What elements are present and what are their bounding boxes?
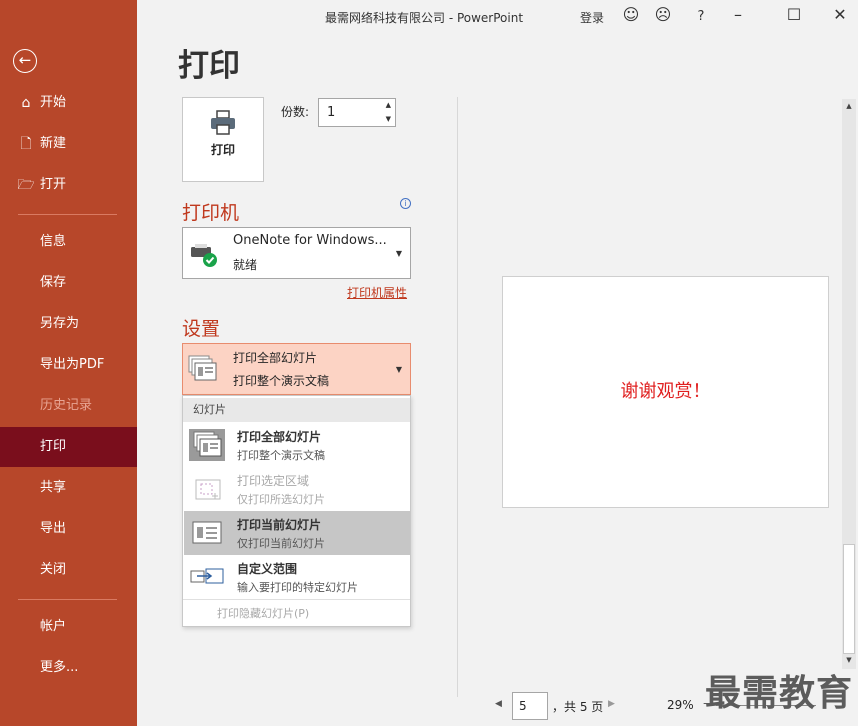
nav-account[interactable]: 帐户 [0,607,137,647]
nav-share[interactable]: 共享 [0,468,137,508]
back-arrow-icon[interactable]: ← [13,49,37,73]
zoom-level: 29% [667,698,694,712]
scroll-thumb[interactable] [843,544,855,654]
info-icon[interactable]: i [400,198,411,209]
page-title: 打印 [178,48,240,84]
menu-item-subtitle: 输入要打印的特定幻灯片 [237,581,358,594]
custom-range-icon [190,568,224,584]
copies-label: 份数: [281,105,310,119]
chevron-down-icon: ▼ [395,365,402,374]
selection-icon [195,479,221,500]
copies-stepper[interactable]: 1 ▲ ▼ [318,98,396,127]
maximize-icon[interactable]: ☐ [783,5,805,24]
page-number-input[interactable]: 5 [512,692,548,720]
scroll-up-icon[interactable]: ▲ [842,102,856,110]
new-doc-icon: 🗋 [20,136,32,152]
menu-item-subtitle: 仅打印所选幻灯片 [237,493,325,506]
frown-feedback-icon[interactable]: ☹ [652,5,674,24]
all-slides-icon [189,429,225,461]
nav-history: 历史记录 [40,398,93,413]
nav-open[interactable]: 🗁 打开 [0,165,137,205]
spin-up-icon[interactable]: ▲ [386,101,391,109]
backstage-sidebar: ← ⌂ 开始 🗋 新建 🗁 打开 信息 保存 另存为 导出为PDF 历史记录 打印 共… [0,0,137,726]
slide-preview: 谢谢观赏！ [502,276,829,508]
next-page-icon[interactable]: ▶ [608,699,615,709]
menu-item-title: 打印选定区域 [237,474,310,488]
dropdown-subtitle: 打印整个演示文稿 [233,374,330,388]
settings-section-title: 设置 [182,318,221,340]
printer-icon [211,110,235,135]
window-title: 最需网络科技有限公司 - PowerPoint [325,11,524,25]
smiley-feedback-icon[interactable]: ☺ [620,5,642,24]
menu-item-print-all[interactable]: 打印全部幻灯片 打印整个演示文稿 [184,423,410,467]
nav-save[interactable]: 保存 [0,263,137,303]
printer-status: 就绪 [233,258,258,272]
folder-open-icon: 🗁 [17,177,35,193]
nav-export[interactable]: 导出 [0,509,137,549]
spin-down-icon[interactable]: ▼ [386,115,391,123]
nav-home[interactable]: ⌂ 开始 [0,83,137,123]
menu-header: 幻灯片 [183,398,410,422]
nav-save-as[interactable]: 另存为 [0,304,137,344]
current-slide-icon [192,521,222,544]
home-icon: ⌂ [21,95,31,111]
print-button[interactable]: 打印 [182,97,264,182]
scroll-down-icon[interactable]: ▼ [842,656,856,664]
all-slides-icon [188,355,217,381]
menu-item-custom-range[interactable]: 自定义范围 输入要打印的特定幻灯片 [184,555,410,599]
menu-item-subtitle: 仅打印当前幻灯片 [237,537,325,550]
menu-item-title: 自定义范围 [237,562,298,576]
close-icon[interactable]: ✕ [829,5,851,24]
preview-scrollbar[interactable]: ▲ ▼ [842,99,856,669]
nav-export-pdf[interactable]: 导出为PDF [0,345,137,385]
menu-item-print-selection: 打印选定区域 仅打印所选幻灯片 [184,467,410,511]
printer-name: OneNote for Windows... [233,233,387,248]
printer-section-title: 打印机 [182,202,240,224]
help-icon[interactable]: ? [690,9,712,24]
slide-text: 谢谢观赏！ [620,381,711,402]
copies-value: 1 [327,105,336,120]
menu-item-print-hidden: 打印隐藏幻灯片(P) [217,607,310,620]
printer-ready-icon [191,244,217,267]
nav-print[interactable]: 打印 [0,427,137,467]
slides-range-dropdown[interactable]: 打印全部幻灯片 打印整个演示文稿 ▼ [182,343,411,395]
print-button-label: 打印 [210,143,235,157]
printer-properties-link[interactable]: 打印机属性 [347,284,407,301]
login-link[interactable]: 登录 [580,9,604,26]
menu-item-title: 打印全部幻灯片 [237,430,322,444]
nav-more[interactable]: 更多... [0,648,137,688]
panel-divider [457,97,458,697]
dropdown-title: 打印全部幻灯片 [233,351,318,365]
chevron-down-icon: ▼ [395,249,402,258]
menu-item-title: 打印当前幻灯片 [237,518,322,532]
menu-divider [183,599,410,600]
page-total: ，共 5 页 [552,700,604,714]
minimize-icon[interactable]: – [727,5,749,24]
nav-close[interactable]: 关闭 [0,550,137,590]
sidebar-divider [18,214,117,215]
watermark-logo: 最需教育 [705,673,854,714]
menu-item-print-current[interactable]: 打印当前幻灯片 仅打印当前幻灯片 [184,511,410,555]
nav-new[interactable]: 🗋 新建 [0,124,137,164]
menu-item-subtitle: 打印整个演示文稿 [237,449,325,462]
sidebar-divider [18,599,117,600]
slides-range-menu: 幻灯片 打印全部幻灯片 打印整个演示文稿 打印选定区域 仅打印所选幻灯片 打印当… [182,395,411,627]
printer-dropdown[interactable]: OneNote for Windows... 就绪 ▼ [182,227,411,279]
nav-info[interactable]: 信息 [0,222,137,262]
title-bar: 最需网络科技有限公司 - PowerPoint 登录 ☺ ☹ ? – ☐ ✕ [137,0,858,34]
prev-page-icon[interactable]: ◀ [495,699,502,709]
